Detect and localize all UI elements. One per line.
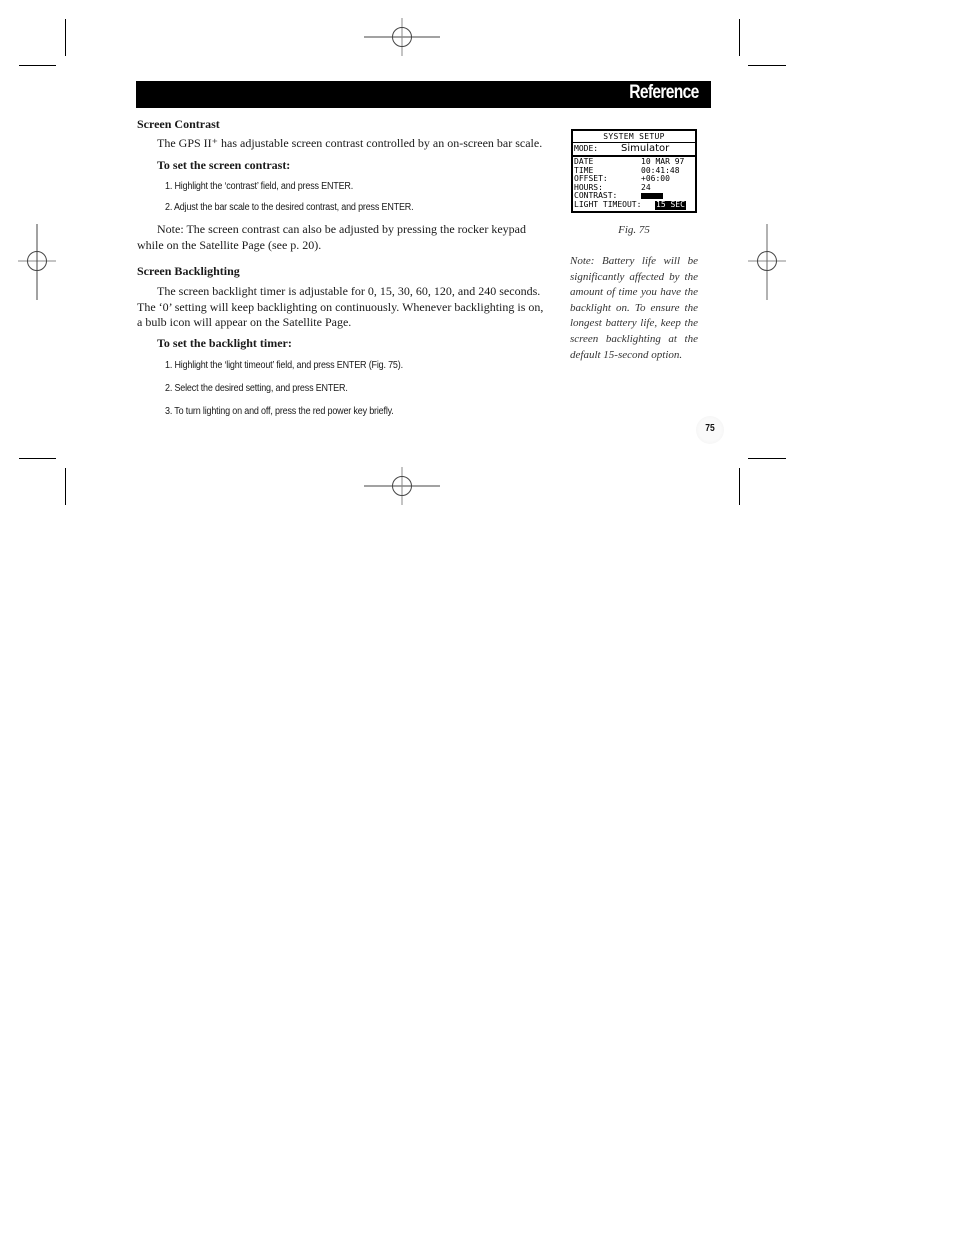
registration-mark-icon <box>0 224 76 300</box>
side-note: Note: Battery life will be significantly… <box>570 255 698 361</box>
mode-value: Simulator <box>621 143 670 154</box>
light-timeout-value: 15 SEC <box>655 199 686 210</box>
section-header-bar: Reference <box>136 81 711 108</box>
mode-label: MODE: <box>574 144 599 153</box>
page-number: 75 <box>705 423 715 434</box>
paragraph-backlight-intro: The screen backlight timer is adjustable… <box>137 284 544 329</box>
crop-mark <box>65 19 66 56</box>
crop-mark <box>19 458 56 459</box>
hours-value: 24 <box>641 182 651 192</box>
registration-mark-icon <box>364 449 440 525</box>
crop-mark <box>65 468 66 505</box>
figure-caption: Fig. 75 <box>618 224 650 236</box>
list-item: 1. Highlight the ‘light timeout’ field, … <box>165 360 403 371</box>
list-item: 2. Adjust the bar scale to the desired c… <box>165 202 414 213</box>
section-title: Reference <box>629 82 700 103</box>
registration-mark-icon <box>730 224 806 300</box>
subheading-set-backlight: To set the backlight timer: <box>157 336 292 350</box>
paragraph-contrast-intro: The GPS II⁺ has adjustable screen contra… <box>157 136 543 150</box>
heading-screen-contrast: Screen Contrast <box>137 117 220 131</box>
crop-mark <box>748 65 786 66</box>
gps-screen-figure: SYSTEM SETUP MODE: Simulator DATE 10 MAR… <box>571 129 697 213</box>
light-timeout-label: LIGHT TIMEOUT: <box>574 199 642 209</box>
light-timeout-row: LIGHT TIMEOUT: 15 SEC <box>573 199 695 210</box>
paragraph-contrast-note: Note: The screen contrast can also be ad… <box>137 222 526 252</box>
crop-mark <box>739 19 740 56</box>
mode-row: MODE: Simulator <box>573 143 695 157</box>
screen-title: SYSTEM SETUP <box>573 131 695 143</box>
registration-mark-icon <box>364 0 440 76</box>
crop-mark <box>19 65 56 66</box>
list-item: 2. Select the desired setting, and press… <box>165 383 348 394</box>
subheading-set-contrast: To set the screen contrast: <box>157 158 291 172</box>
crop-mark <box>748 458 786 459</box>
page-number-badge: 75 <box>696 416 724 444</box>
list-item: 1. Highlight the ‘contrast’ field, and p… <box>165 181 354 192</box>
list-item: 3. To turn lighting on and off, press th… <box>165 406 394 417</box>
heading-screen-backlighting: Screen Backlighting <box>137 264 240 278</box>
crop-mark <box>739 468 740 505</box>
